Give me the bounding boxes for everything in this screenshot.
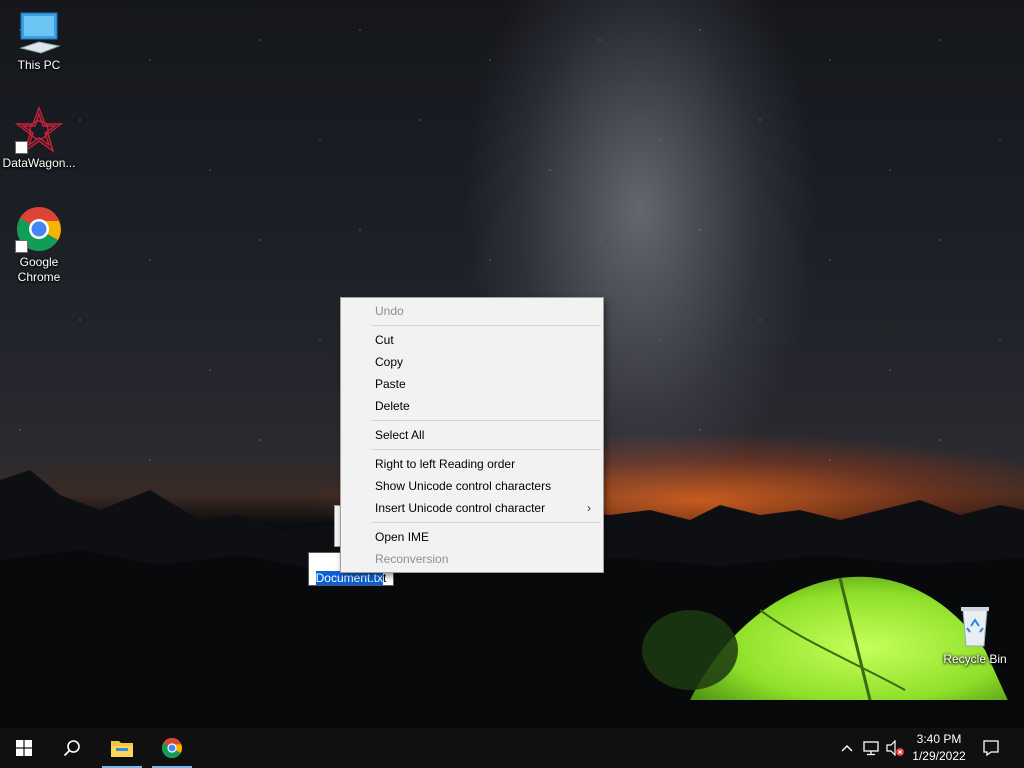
edit-context-menu: Undo Cut Copy Paste Delete Select All Ri…: [340, 297, 604, 573]
desktop-icon-label: DataWagon...: [2, 156, 76, 170]
start-button[interactable]: [0, 728, 48, 768]
file-explorer-icon: [111, 741, 133, 757]
this-pc-icon: [15, 8, 63, 56]
show-hidden-icons-chevron[interactable]: [838, 738, 856, 758]
datawagon-icon: [14, 106, 64, 154]
shortcut-arrow-icon: [15, 141, 28, 154]
submenu-arrow-icon: ›: [587, 501, 591, 515]
recycle-bin-icon: [951, 602, 999, 650]
chrome-taskbar-icon: [161, 737, 183, 759]
search-button[interactable]: [48, 728, 96, 768]
desktop-icon-google-chrome[interactable]: Google Chrome: [1, 205, 77, 285]
clock-time: 3:40 PM: [916, 732, 962, 746]
network-icon[interactable]: [860, 738, 882, 758]
menu-separator: [371, 522, 601, 523]
desktop-icon-label: This PC: [17, 58, 61, 72]
system-clock[interactable]: 3:40 PM 1/29/2022: [900, 731, 978, 765]
desktop-icon-label: Google Chrome: [17, 255, 61, 284]
taskbar-chrome[interactable]: [148, 728, 196, 768]
menu-item-reconversion[interactable]: Reconversion: [341, 548, 603, 570]
action-center-icon[interactable]: [980, 738, 1002, 758]
menu-separator: [371, 420, 601, 421]
desktop-icon-label: Recycle Bin: [943, 652, 1007, 666]
menu-item-delete[interactable]: Delete: [341, 395, 603, 417]
desktop-icon-datawagon[interactable]: DataWagon...: [1, 106, 77, 171]
menu-item-open-ime[interactable]: Open IME: [341, 526, 603, 548]
menu-item-cut[interactable]: Cut: [341, 329, 603, 351]
menu-separator: [371, 325, 601, 326]
taskbar-file-explorer[interactable]: [98, 728, 146, 768]
menu-separator: [371, 449, 601, 450]
rename-text-selected: Document.tx: [315, 571, 383, 585]
desktop-icon-this-pc[interactable]: This PC: [1, 8, 77, 73]
menu-item-show-unicode-control[interactable]: Show Unicode control characters: [341, 475, 603, 497]
shortcut-arrow-icon: [15, 240, 28, 253]
rename-text-tail: t: [383, 571, 387, 585]
search-icon: [63, 740, 80, 757]
desktop-icon-recycle-bin[interactable]: Recycle Bin: [937, 602, 1013, 667]
taskbar: 3:40 PM 1/29/2022: [0, 728, 1024, 768]
menu-item-insert-unicode-control[interactable]: Insert Unicode control character ›: [341, 497, 603, 519]
menu-item-rtl-reading-order[interactable]: Right to left Reading order: [341, 453, 603, 475]
start-windows-icon: [16, 740, 32, 756]
menu-item-undo[interactable]: Undo: [341, 300, 603, 322]
chrome-icon: [15, 205, 63, 253]
menu-item-copy[interactable]: Copy: [341, 351, 603, 373]
menu-item-label: Insert Unicode control character: [375, 501, 546, 515]
menu-item-paste[interactable]: Paste: [341, 373, 603, 395]
clock-date: 1/29/2022: [912, 749, 966, 763]
menu-item-select-all[interactable]: Select All: [341, 424, 603, 446]
